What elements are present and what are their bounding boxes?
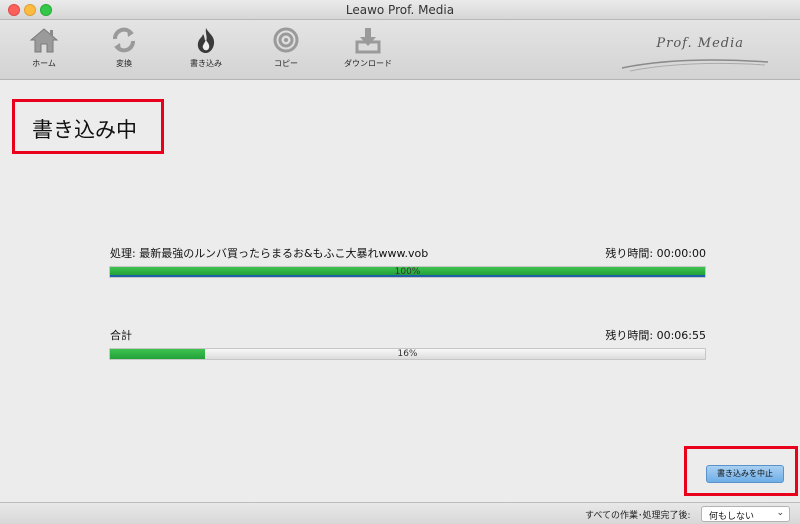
toolbar-download-label: ダウンロード [344,59,392,68]
download-icon [355,28,381,54]
stop-burning-button[interactable]: 書き込みを中止 [706,465,784,483]
toolbar-burn-label: 書き込み [190,59,222,68]
toolbar: ホーム 変換 書き込み コピー ダウンロード Prof. Media [0,20,800,80]
current-remaining-time: 残り時間: 00:00:00 [605,247,706,260]
toolbar-convert-label: 変換 [116,59,132,68]
toolbar-copy-label: コピー [274,59,298,68]
brand-text: Prof. Media [656,36,744,51]
convert-icon [113,27,135,53]
current-progress-bar: 100% [109,266,706,278]
brand-swoosh-icon [621,59,769,72]
burn-icon [197,28,215,53]
brand-logo: Prof. Media [620,34,770,74]
page-title: 書き込み中 [32,118,137,142]
total-label: 合計 [110,329,132,342]
toolbar-home-label: ホーム [32,59,56,68]
app-window: Leawo Prof. Media ホーム 変換 書き込み コピー ダウンロード… [0,0,800,524]
copy-icon [273,27,299,53]
status-bar: すべての作業･処理完了後: 何もしない ⌄ [0,502,800,524]
total-progress-text: 16% [397,349,418,359]
current-progress-text: 100% [394,267,421,277]
total-remaining-time: 残り時間: 00:06:55 [605,329,706,342]
total-progress-bar: 16% [109,348,706,360]
current-file-label: 処理: 最新最強のルンバ買ったらまるお&もふこ大暴れwww.vob [110,247,429,260]
toolbar-burn-button[interactable]: 書き込み [174,26,238,76]
toolbar-download-button[interactable]: ダウンロード [336,26,400,76]
toolbar-convert-button[interactable]: 変換 [92,26,156,76]
toolbar-home-button[interactable]: ホーム [12,26,76,76]
after-completion-label: すべての作業･処理完了後: [585,511,691,521]
chevron-down-icon: ⌄ [776,508,784,518]
home-icon [29,28,59,53]
window-title: Leawo Prof. Media [345,3,455,17]
toolbar-copy-button[interactable]: コピー [254,26,318,76]
title-bar: Leawo Prof. Media [0,0,800,20]
after-completion-value: 何もしない [709,512,755,522]
after-completion-select[interactable]: 何もしない ⌄ [701,506,790,522]
